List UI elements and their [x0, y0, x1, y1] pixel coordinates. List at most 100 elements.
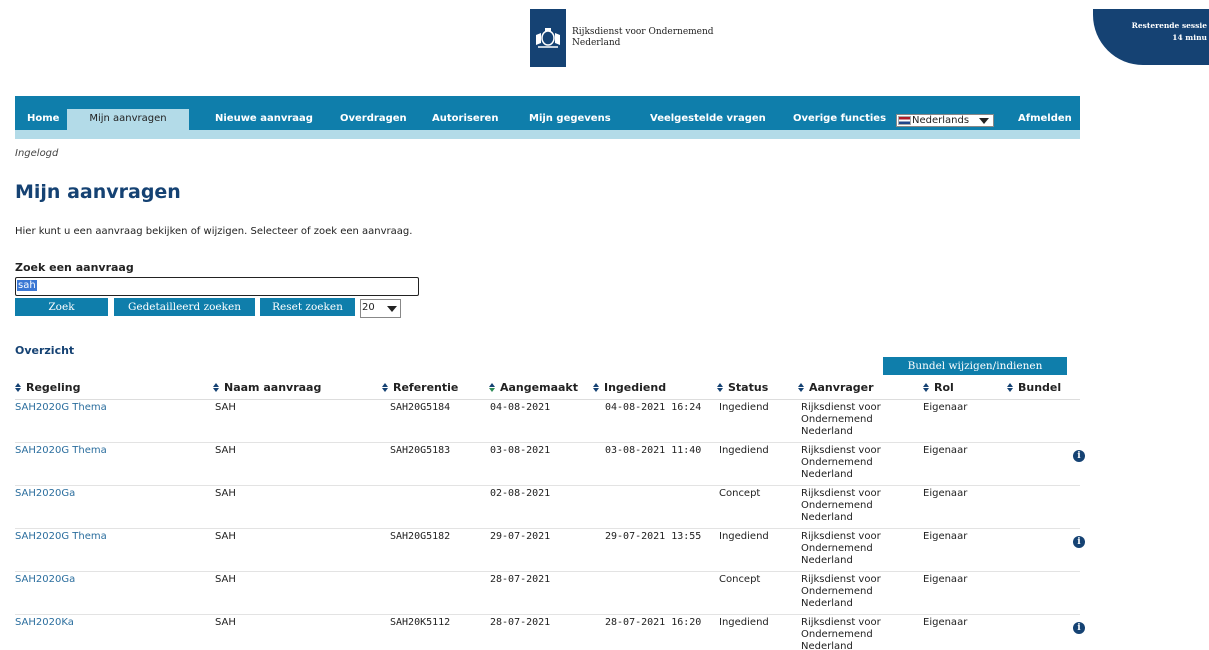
column-label: Regeling — [26, 381, 81, 394]
session-timer: Resterende sessie 14 minu — [1093, 9, 1209, 65]
nav-item-home[interactable]: Home — [27, 113, 59, 124]
cell-naam: SAH — [215, 488, 236, 499]
cell-ingediend: 03-08-2021 11:40 — [605, 445, 702, 456]
sort-icon — [798, 383, 804, 392]
column-header-bundel[interactable]: Bundel — [1007, 381, 1061, 394]
rvo-logo: Rijksdienst voor Ondernemend Nederland — [530, 9, 714, 67]
search-input-value: sah — [17, 280, 37, 291]
cell-regeling[interactable]: SAH2020G Thema — [15, 531, 107, 543]
cell-naam: SAH — [215, 402, 236, 413]
cell-regeling[interactable]: SAH2020G Thema — [15, 402, 107, 414]
column-label: Bundel — [1018, 381, 1062, 394]
cell-aangemaakt: 29-07-2021 — [490, 531, 551, 542]
cell-rol: Eigenaar — [923, 617, 968, 628]
sort-icon — [717, 383, 723, 392]
cell-ingediend: 29-07-2021 13:55 — [605, 531, 702, 542]
cell-aanvrager: Rijksdienst voor Ondernemend Nederland — [801, 445, 881, 480]
search-button[interactable]: Zoek — [15, 298, 108, 316]
column-header-aangemaakt[interactable]: Aangemaakt — [489, 381, 578, 394]
cell-regeling[interactable]: SAH2020Ga — [15, 574, 75, 586]
nav-item-autoriseren[interactable]: Autoriseren — [432, 113, 498, 124]
reset-search-button[interactable]: Reset zoeken — [260, 298, 355, 316]
sort-icon — [213, 383, 219, 392]
cell-aanvrager: Rijksdienst voor Ondernemend Nederland — [801, 488, 881, 523]
chevron-down-icon — [979, 118, 989, 124]
column-header-aanvrager[interactable]: Aanvrager — [798, 381, 874, 394]
page-intro: Hier kunt u een aanvraag bekijken of wij… — [15, 226, 413, 237]
column-header-rol[interactable]: Rol — [923, 381, 954, 394]
search-input[interactable] — [15, 277, 419, 296]
nav-item-veelgestelde-vragen[interactable]: Veelgestelde vragen — [650, 113, 766, 124]
column-label: Status — [728, 381, 769, 394]
table-row: SAH2020Ga SAH 02-08-2021 Concept Rijksdi… — [15, 486, 1080, 529]
nav-item-overdragen[interactable]: Overdragen — [340, 113, 407, 124]
session-label: Resterende sessie — [1131, 21, 1207, 30]
language-select[interactable]: Nederlands — [896, 114, 994, 127]
info-icon[interactable]: i — [1073, 536, 1085, 548]
cell-naam: SAH — [215, 531, 236, 542]
cell-naam: SAH — [215, 617, 236, 628]
sort-icon — [15, 383, 21, 392]
cell-aangemaakt: 02-08-2021 — [490, 488, 551, 499]
page-title: Mijn aanvragen — [15, 181, 181, 203]
sort-icon — [593, 383, 599, 392]
cell-aangemaakt: 04-08-2021 — [490, 402, 551, 413]
cell-aangemaakt: 28-07-2021 — [490, 617, 551, 628]
info-icon[interactable]: i — [1073, 622, 1085, 634]
table-row: SAH2020G Thema SAH SAH20G5182 29-07-2021… — [15, 529, 1085, 572]
cell-aanvrager: Rijksdienst voor Ondernemend Nederland — [801, 617, 881, 650]
cell-rol: Eigenaar — [923, 531, 968, 542]
nav-substrip — [15, 130, 1080, 139]
cell-naam: SAH — [215, 574, 236, 585]
main-nav: Home Mijn aanvragen Nieuwe aanvraag Over… — [15, 96, 1080, 130]
cell-aangemaakt: 03-08-2021 — [490, 445, 551, 456]
bundle-button[interactable]: Bundel wijzigen/indienen — [883, 357, 1067, 375]
cell-regeling[interactable]: SAH2020Ka — [15, 617, 74, 629]
cell-status: Ingediend — [719, 617, 769, 628]
cell-aanvrager: Rijksdienst voor Ondernemend Nederland — [801, 402, 881, 437]
column-label: Aanvrager — [809, 381, 874, 394]
column-label: Rol — [934, 381, 954, 394]
cell-regeling[interactable]: SAH2020Ga — [15, 488, 75, 500]
nav-item-mijn-gegevens[interactable]: Mijn gegevens — [529, 113, 611, 124]
sort-icon — [489, 383, 495, 392]
table-row: SAH2020Ga SAH 28-07-2021 Concept Rijksdi… — [15, 572, 1080, 615]
table-row: SAH2020Ka SAH SAH20K5112 28-07-2021 28-0… — [15, 615, 1085, 650]
cell-regeling[interactable]: SAH2020G Thema — [15, 445, 107, 457]
cell-rol: Eigenaar — [923, 445, 968, 456]
cell-aanvrager: Rijksdienst voor Ondernemend Nederland — [801, 531, 881, 566]
column-header-status[interactable]: Status — [717, 381, 768, 394]
chevron-down-icon — [387, 306, 397, 312]
column-header-regeling[interactable]: Regeling — [15, 381, 81, 394]
detailed-search-button[interactable]: Gedetailleerd zoeken — [114, 298, 255, 316]
nav-item-overige-functies[interactable]: Overige functies — [793, 113, 886, 124]
column-header-naam-aanvraag[interactable]: Naam aanvraag — [213, 381, 321, 394]
cell-naam: SAH — [215, 445, 236, 456]
cell-aangemaakt: 28-07-2021 — [490, 574, 551, 585]
nav-item-nieuwe-aanvraag[interactable]: Nieuwe aanvraag — [215, 113, 313, 124]
overview-title: Overzicht — [15, 344, 75, 357]
dutch-flag-icon — [898, 116, 911, 125]
info-icon[interactable]: i — [1073, 450, 1085, 462]
nav-item-afmelden[interactable]: Afmelden — [1018, 113, 1072, 124]
column-header-referentie[interactable]: Referentie — [382, 381, 458, 394]
cell-rol: Eigenaar — [923, 574, 968, 585]
cell-rol: Eigenaar — [923, 488, 968, 499]
language-value: Nederlands — [912, 115, 970, 126]
session-remaining: 14 minu — [1172, 33, 1207, 42]
column-header-ingediend[interactable]: Ingediend — [593, 381, 666, 394]
table-row: SAH2020G Thema SAH SAH20G5184 04-08-2021… — [15, 400, 1080, 443]
sort-icon — [923, 383, 929, 392]
cell-ingediend: 28-07-2021 16:20 — [605, 617, 702, 628]
column-label: Aangemaakt — [500, 381, 578, 394]
per-page-value: 20 — [362, 302, 375, 313]
cell-status: Concept — [719, 574, 761, 585]
cell-status: Ingediend — [719, 531, 769, 542]
per-page-select[interactable]: 20 — [360, 299, 401, 318]
cell-ingediend: 04-08-2021 16:24 — [605, 402, 702, 413]
sort-icon — [382, 383, 388, 392]
cell-referentie: SAH20G5183 — [390, 445, 451, 456]
column-label: Naam aanvraag — [224, 381, 322, 394]
coat-of-arms-icon — [530, 9, 566, 67]
nav-item-mijn-aanvragen[interactable]: Mijn aanvragen — [67, 109, 189, 130]
